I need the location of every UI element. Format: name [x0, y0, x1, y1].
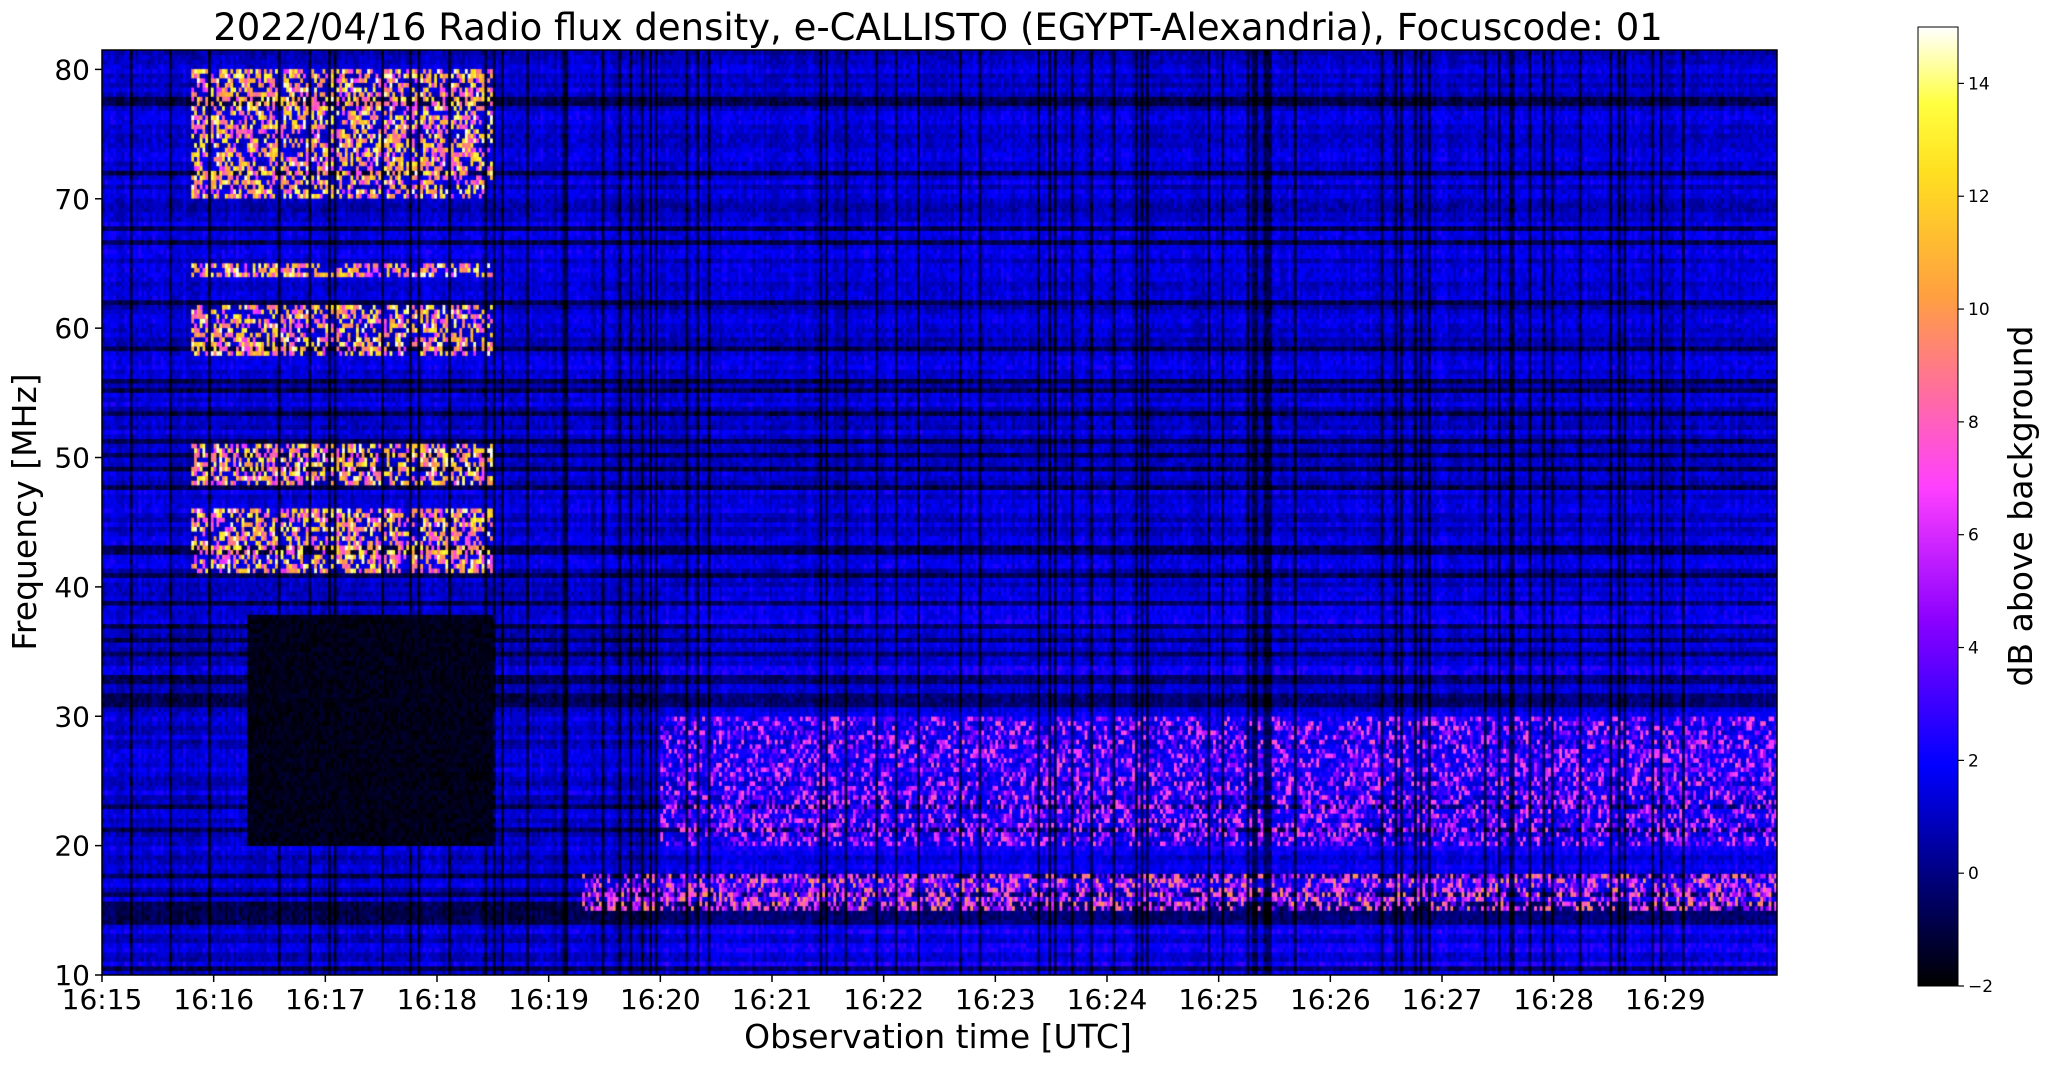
colorbar-tick-label: 6 — [1968, 526, 1979, 546]
x-tick-label: 16:17 — [285, 983, 366, 1016]
x-tick-label: 16:16 — [173, 983, 254, 1016]
x-tick-label: 16:19 — [508, 983, 589, 1016]
colorbar-ticks: −2 0 2 4 6 8 10 12 14 — [1958, 74, 1993, 997]
colorbar-tick-label: 10 — [1968, 300, 1990, 320]
spectrogram-plot-area — [101, 49, 1778, 976]
colorbar-tick-label: 14 — [1968, 74, 1990, 94]
colorbar-tick-label: 2 — [1968, 751, 1979, 771]
x-tick-label: 16:27 — [1402, 983, 1483, 1016]
y-tick-label: 80 — [54, 53, 90, 86]
y-tick-label: 30 — [54, 700, 90, 733]
x-tick-label: 16:23 — [955, 983, 1036, 1016]
y-tick-label: 10 — [54, 959, 90, 992]
chart-title: 2022/04/16 Radio flux density, e-CALLIST… — [213, 6, 1663, 49]
x-axis-ticks: 16:15 16:16 16:17 16:18 16:19 16:20 16:21 16:22… — [62, 975, 1706, 1016]
y-tick-label: 20 — [54, 830, 90, 863]
colorbar-tick-label: −2 — [1968, 977, 1993, 997]
spectrogram-heatmap — [102, 50, 1777, 975]
y-axis-ticks: 10 20 30 40 50 60 70 80 — [54, 53, 102, 992]
x-tick-label: 16:28 — [1513, 983, 1594, 1016]
x-tick-label: 16:29 — [1625, 983, 1706, 1016]
x-tick-label: 16:18 — [397, 983, 478, 1016]
colorbar-tick-label: 0 — [1968, 864, 1979, 884]
colorbar-label: dB above background — [2001, 326, 2040, 687]
y-axis-label: Frequency [MHz] — [5, 373, 44, 650]
x-tick-label: 16:24 — [1067, 983, 1148, 1016]
y-tick-label: 60 — [54, 312, 90, 345]
figure: 2022/04/16 Radio flux density, e-CALLIST… — [5, 6, 2040, 1056]
y-tick-label: 50 — [54, 442, 90, 475]
colorbar: −2 0 2 4 6 8 10 12 14 dB above background — [1917, 26, 2040, 997]
colorbar-tick-label: 12 — [1968, 187, 1990, 207]
x-axis-label: Observation time [UTC] — [744, 1017, 1132, 1056]
colorbar-tick-label: 8 — [1968, 413, 1979, 433]
x-tick-label: 16:25 — [1178, 983, 1259, 1016]
y-tick-label: 70 — [54, 183, 90, 216]
x-tick-label: 16:20 — [620, 983, 701, 1016]
x-tick-label: 16:22 — [843, 983, 924, 1016]
x-tick-label: 16:21 — [732, 983, 813, 1016]
y-tick-label: 40 — [54, 571, 90, 604]
x-tick-label: 16:26 — [1290, 983, 1371, 1016]
colorbar-tick-label: 4 — [1968, 639, 1979, 659]
colorbar-gradient — [1917, 26, 1959, 987]
